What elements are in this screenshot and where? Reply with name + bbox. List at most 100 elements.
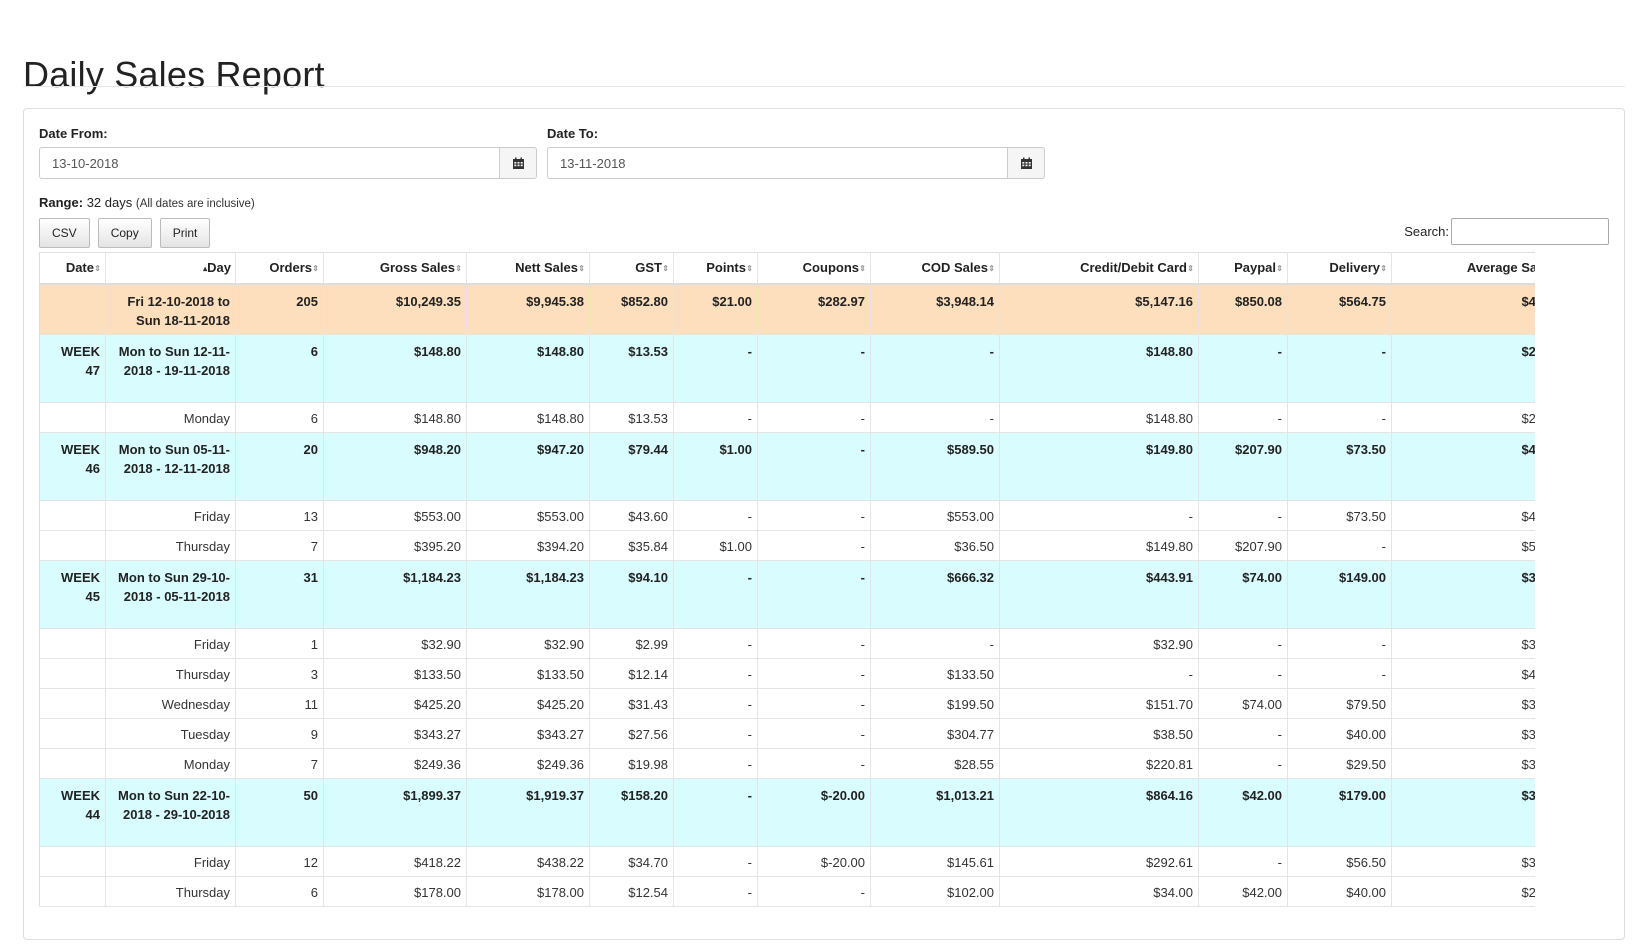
column-header-label: Credit/Debit Card: [1080, 260, 1187, 276]
table-cell: $145.61: [870, 846, 1000, 877]
table-cell: [39, 402, 106, 433]
table-cell: [39, 658, 106, 689]
date-from-label: Date From:: [39, 126, 108, 141]
column-header[interactable]: Gross Sales⇕: [323, 252, 467, 285]
table-cell: $425.20: [323, 688, 467, 719]
table-cell: -: [757, 500, 871, 531]
table-cell: $43.60: [589, 500, 674, 531]
table-cell: $1,013.21: [870, 778, 1000, 847]
table-cell: $148.80: [999, 334, 1199, 403]
table-cell: -: [673, 658, 758, 689]
table-cell: -: [673, 688, 758, 719]
date-to-calendar-button[interactable]: [1007, 147, 1045, 179]
range-value: 32 days: [86, 195, 133, 210]
date-from-input[interactable]: [39, 147, 499, 179]
table-cell: $31.43: [589, 688, 674, 719]
csv-button[interactable]: CSV: [39, 218, 90, 248]
sort-both-icon: ⇕: [746, 263, 753, 273]
column-header[interactable]: ▴Day: [105, 252, 236, 285]
table-cell: $74.00: [1198, 688, 1288, 719]
column-header[interactable]: GST⇕: [589, 252, 674, 285]
sort-both-icon: ⇕: [988, 263, 995, 273]
column-header[interactable]: Nett Sales⇕: [466, 252, 590, 285]
table-cell: Mon to Sun 05-11-2018 - 12-11-2018: [105, 432, 236, 501]
sort-both-icon: ⇕: [1276, 263, 1283, 273]
column-header[interactable]: COD Sales⇕: [870, 252, 1000, 285]
table-cell: 12: [235, 846, 324, 877]
print-button[interactable]: Print: [159, 218, 211, 248]
table-cell: -: [999, 500, 1199, 531]
table-cell: $864.16: [999, 778, 1199, 847]
column-header[interactable]: Delivery⇕: [1287, 252, 1392, 285]
column-header[interactable]: Paypal⇕: [1198, 252, 1288, 285]
table-cell: $947.20: [466, 432, 590, 501]
search-input[interactable]: [1451, 218, 1609, 245]
table-cell: $32.90: [999, 628, 1199, 659]
range-note: (All dates are inclusive): [135, 198, 255, 210]
column-header[interactable]: Points⇕: [673, 252, 758, 285]
table-cell: $1,184.23: [466, 560, 590, 629]
table-cell: 20: [235, 432, 324, 501]
table-cell: -: [673, 748, 758, 779]
column-header[interactable]: Credit/Debit Card⇕: [999, 252, 1199, 285]
column-header[interactable]: Orders⇕: [235, 252, 324, 285]
column-header-label: Paypal: [1234, 260, 1276, 276]
table-cell: $79.44: [589, 432, 674, 501]
date-to-label: Date To:: [547, 126, 599, 141]
sort-both-icon: ⇕: [312, 263, 319, 273]
table-cell: Tuesday: [105, 718, 236, 749]
date-from-group: Date From:: [39, 126, 537, 179]
table-cell: -: [1198, 628, 1288, 659]
column-header[interactable]: Date⇕: [39, 252, 106, 285]
table-cell: $249.36: [466, 748, 590, 779]
table-cell: $24.8: [1391, 334, 1535, 403]
column-header-label: Date: [65, 260, 94, 276]
column-header[interactable]: Average Sale⇕: [1391, 252, 1535, 285]
table-cell: $47.3: [1391, 432, 1535, 501]
table-cell: 6: [235, 402, 324, 433]
table-cell: -: [673, 628, 758, 659]
copy-button[interactable]: Copy: [97, 218, 152, 248]
table-cell: $304.77: [870, 718, 1000, 749]
table-cell: $12.14: [589, 658, 674, 689]
date-from-calendar-button[interactable]: [499, 147, 537, 179]
sort-both-icon: ⇕: [859, 263, 866, 273]
table-cell: $9,945.38: [466, 283, 590, 335]
table-cell: $148.80: [323, 402, 467, 433]
table-cell: $343.27: [466, 718, 590, 749]
table-cell: $443.91: [999, 560, 1199, 629]
table-cell: 6: [235, 876, 324, 907]
table-cell: $207.90: [1198, 530, 1288, 561]
column-header-label: Points: [706, 260, 746, 276]
date-to-input[interactable]: [547, 147, 1007, 179]
table-cell: [39, 283, 106, 335]
sales-table-container[interactable]: Date⇕ ▴Day Orders⇕ Gross Sales⇕ Nett Sales⇕ G…: [39, 252, 1535, 952]
table-cell: -: [1198, 658, 1288, 689]
date-to-group: Date To:: [547, 126, 1045, 179]
table-cell: $73.50: [1287, 432, 1392, 501]
table-cell: Friday: [105, 628, 236, 659]
table-cell: $179.00: [1287, 778, 1392, 847]
table-cell: -: [673, 334, 758, 403]
column-header[interactable]: Coupons⇕: [757, 252, 871, 285]
table-cell: $148.80: [999, 402, 1199, 433]
sort-both-icon: ⇕: [662, 263, 669, 273]
table-cell: 13: [235, 500, 324, 531]
table-cell: $178.00: [466, 876, 590, 907]
day-row: Thursday 3 $133.50 $133.50 $12.14- - $133.50- -…: [39, 658, 1535, 689]
table-cell: $133.50: [466, 658, 590, 689]
table-cell: $151.70: [999, 688, 1199, 719]
table-cell: $32.90: [323, 628, 467, 659]
table-cell: $34.70: [589, 846, 674, 877]
table-cell: $564.75: [1287, 283, 1392, 335]
table-body: Fri 12-10-2018 to Sun 18-11-2018 205 $10,2…: [39, 283, 1535, 907]
table-cell: 50: [235, 778, 324, 847]
table-cell: $36.50: [870, 530, 1000, 561]
column-header-label: Gross Sales: [379, 260, 455, 276]
table-cell: -: [757, 876, 871, 907]
table-cell: -: [757, 432, 871, 501]
day-row: Monday 7 $249.36 $249.36 $19.98- - $28.55 $220.…: [39, 748, 1535, 779]
table-cell: $12.54: [589, 876, 674, 907]
calendar-icon: [1020, 157, 1032, 169]
table-cell: $27.56: [589, 718, 674, 749]
